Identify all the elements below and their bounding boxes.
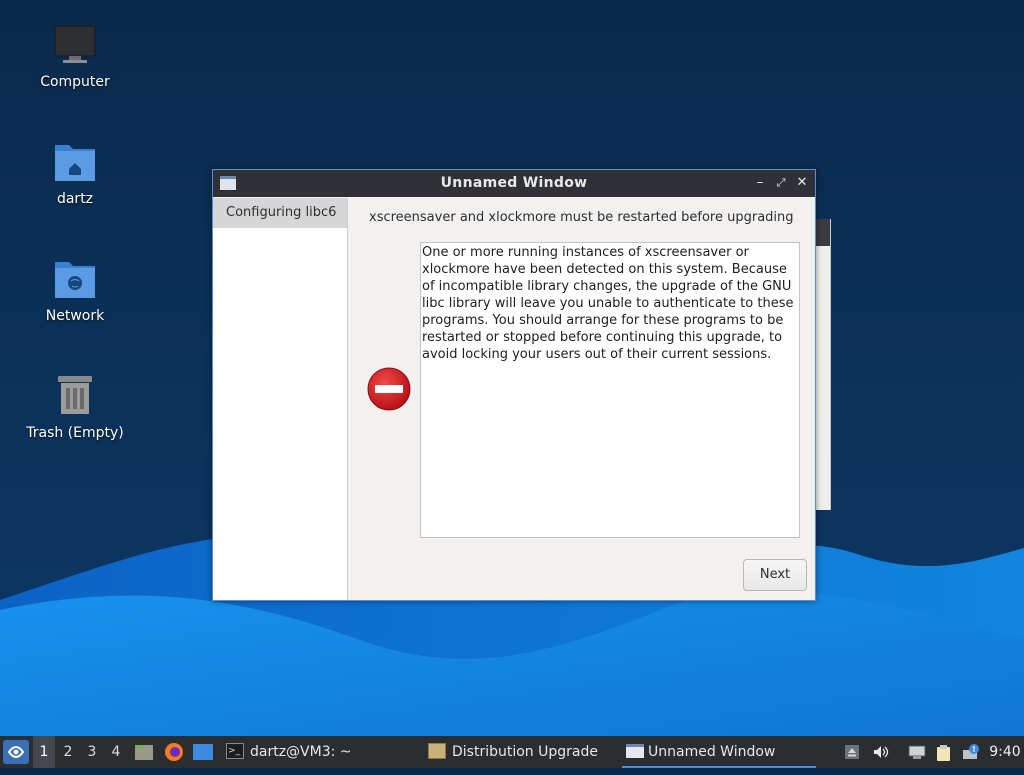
background-window-titlebar xyxy=(814,219,830,246)
desktop-icon-network[interactable]: Network xyxy=(15,256,135,324)
firefox-icon[interactable] xyxy=(163,736,185,768)
clipboard-icon[interactable] xyxy=(935,744,951,761)
task-label: Unnamed Window xyxy=(648,744,776,760)
package-icon xyxy=(428,743,446,759)
maximize-icon[interactable]: ⤢ xyxy=(772,174,790,192)
next-button[interactable]: Next xyxy=(743,559,807,591)
clock[interactable]: 9:40 xyxy=(988,736,1022,768)
dialog-window: Unnamed Window – ⤢ ✕ Configuring libc6 x… xyxy=(212,169,816,601)
network-icon[interactable] xyxy=(908,744,926,760)
workspace-1[interactable]: 1 xyxy=(33,736,55,768)
workspace-2[interactable]: 2 xyxy=(57,736,79,768)
close-icon[interactable]: ✕ xyxy=(793,174,811,192)
desktop-icon-label: Computer xyxy=(40,74,110,90)
message-text: One or more running instances of xscreen… xyxy=(422,245,794,362)
desktop-icon-label: Network xyxy=(45,308,105,324)
desktop-icon-trash[interactable]: Trash (Empty) xyxy=(15,373,135,441)
terminal-icon: >_ xyxy=(226,743,244,759)
dialog-heading: xscreensaver and xlockmore must be resta… xyxy=(369,210,794,225)
workspace-4[interactable]: 4 xyxy=(105,736,127,768)
background-window-edge[interactable] xyxy=(814,219,831,510)
desktop-icon-label: Trash (Empty) xyxy=(26,425,124,441)
file-manager-icon[interactable] xyxy=(134,736,156,768)
steps-sidebar: Configuring libc6 xyxy=(213,198,348,600)
taskbar: 1 2 3 4 >_ dartz@VM3: ~ Distribution Upgr… xyxy=(0,736,1024,768)
task-terminal[interactable]: >_ dartz@VM3: ~ xyxy=(222,736,402,768)
eject-icon[interactable] xyxy=(844,744,860,760)
minimize-icon[interactable]: – xyxy=(751,174,769,192)
window-title: Unnamed Window xyxy=(440,175,588,191)
volume-icon[interactable] xyxy=(872,744,889,760)
workspace-3[interactable]: 3 xyxy=(81,736,103,768)
window-icon xyxy=(626,744,644,758)
network-folder-icon xyxy=(51,256,99,304)
trash-icon xyxy=(51,373,99,421)
task-unnamed-window[interactable]: Unnamed Window xyxy=(622,736,816,768)
desktop: Computer dartz Network Trash (Empty) Unn… xyxy=(0,0,1024,736)
stop-icon xyxy=(367,367,411,411)
task-label: dartz@VM3: ~ xyxy=(250,744,352,760)
task-label: Distribution Upgrade xyxy=(452,744,598,760)
titlebar[interactable]: Unnamed Window – ⤢ ✕ xyxy=(213,170,815,197)
message-textbox[interactable]: One or more running instances of xscreen… xyxy=(420,242,800,538)
desktop-icon-home[interactable]: dartz xyxy=(15,139,135,207)
home-folder-icon xyxy=(51,139,99,187)
show-desktop-icon[interactable] xyxy=(192,736,214,768)
app-menu-button[interactable] xyxy=(3,740,29,764)
computer-icon xyxy=(51,22,99,70)
task-distribution-upgrade[interactable]: Distribution Upgrade xyxy=(424,736,614,768)
notification-icon[interactable] xyxy=(962,744,979,760)
sidebar-item-configuring-libc6[interactable]: Configuring libc6 xyxy=(213,198,347,228)
desktop-icon-label: dartz xyxy=(56,191,94,207)
desktop-icon-computer[interactable]: Computer xyxy=(15,22,135,90)
lxqt-logo-icon xyxy=(7,746,25,758)
